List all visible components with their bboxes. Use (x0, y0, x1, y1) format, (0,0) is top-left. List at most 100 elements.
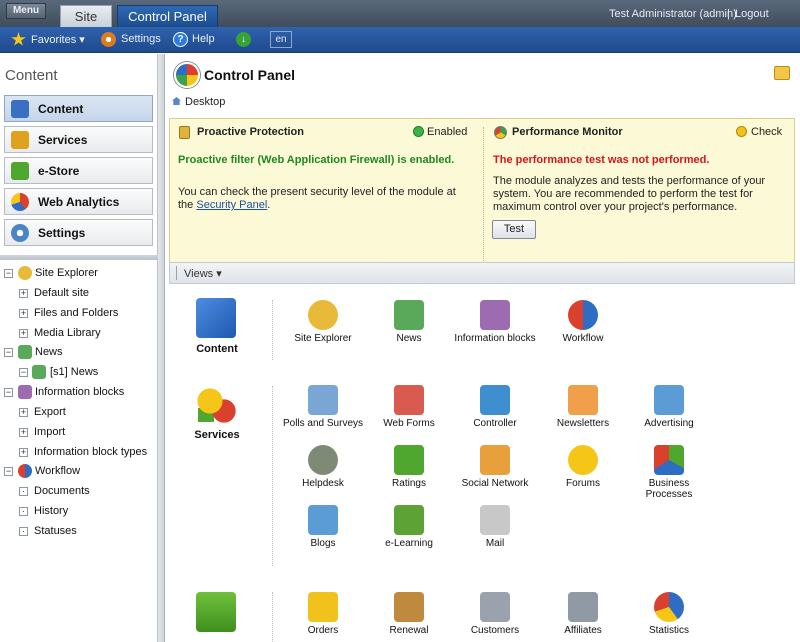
export-icon[interactable] (774, 66, 790, 80)
item-helpdesk[interactable]: Helpdesk (278, 445, 368, 489)
tree-item-site-explorer[interactable]: − Site Explorer (4, 265, 154, 283)
tree-item-history[interactable]: · History (19, 503, 154, 521)
item-blogs[interactable]: Blogs (278, 505, 368, 549)
tree-item-s1-news[interactable]: − [s1] News (19, 364, 154, 382)
nav-services[interactable]: Services (4, 126, 153, 153)
tree-item-import[interactable]: + Import (19, 424, 154, 442)
item-affiliates[interactable]: Affiliates (538, 592, 628, 636)
workflow-icon (18, 464, 32, 478)
help-link[interactable]: Help (192, 33, 215, 45)
performance-status[interactable]: Check (751, 126, 782, 139)
tree-item-default-site[interactable]: + Default site (19, 285, 154, 303)
leaf-icon: · (19, 487, 28, 496)
update-icon[interactable]: ↓ (236, 32, 251, 47)
tab-site[interactable]: Site (60, 5, 112, 27)
item-label: Web Forms (383, 418, 435, 429)
nav-label: Services (38, 133, 88, 147)
security-panel-link[interactable]: Security Panel (196, 199, 267, 211)
information-blocks-icon (480, 300, 510, 330)
item-label: Social Network (461, 478, 529, 489)
menu-button[interactable]: Menu (6, 3, 46, 19)
content-category-icon[interactable] (196, 298, 236, 338)
test-button[interactable]: Test (492, 220, 536, 239)
item-label: Blogs (310, 538, 336, 549)
collapse-icon[interactable]: − (4, 269, 13, 278)
item-controller[interactable]: Controller (450, 385, 540, 429)
category-label-content[interactable]: Content (177, 343, 257, 355)
item-label: Helpdesk (302, 478, 344, 489)
vertical-splitter[interactable] (158, 54, 165, 642)
settings-link[interactable]: Settings (121, 33, 161, 45)
tree-label: Information blocks (35, 386, 125, 398)
tree-item-information-block-types[interactable]: + Information block types (19, 444, 154, 462)
expand-icon[interactable]: + (19, 408, 28, 417)
expand-icon[interactable]: + (19, 448, 28, 457)
expand-icon[interactable]: + (19, 329, 28, 338)
item-e-learning[interactable]: e-Learning (364, 505, 454, 549)
item-business-processes[interactable]: Business Processes (624, 445, 714, 500)
tree-label: Media Library (34, 327, 101, 339)
logout-link[interactable]: Logout (735, 8, 769, 20)
gear-icon (101, 32, 116, 47)
tree-item-information-blocks[interactable]: − Information blocks (4, 384, 154, 402)
tree-label: [s1] News (50, 366, 99, 378)
newsletter-icon (568, 385, 598, 415)
nav-settings[interactable]: Settings (4, 219, 153, 246)
item-workflow[interactable]: Workflow (538, 300, 628, 344)
information-blocks-icon (18, 385, 32, 399)
category-label-services[interactable]: Services (177, 429, 257, 441)
cart-icon[interactable] (196, 592, 236, 632)
nav-web-analytics[interactable]: Web Analytics (4, 188, 153, 215)
services-category-icon[interactable] (196, 385, 236, 425)
ratings-icon (394, 445, 424, 475)
nav-label: Web Analytics (38, 195, 120, 209)
item-renewal[interactable]: Renewal (364, 592, 454, 636)
tree-item-documents[interactable]: · Documents (19, 483, 154, 501)
tree-item-news[interactable]: − News (4, 344, 154, 362)
item-orders[interactable]: Orders (278, 592, 368, 636)
nav-e-store[interactable]: e-Store (4, 157, 153, 184)
item-label: Forums (566, 478, 600, 489)
expand-icon[interactable]: + (19, 428, 28, 437)
nav-content[interactable]: Content (4, 95, 153, 122)
tree-label: Documents (34, 485, 90, 497)
expand-icon[interactable]: + (19, 289, 28, 298)
tree-label: Files and Folders (34, 307, 119, 319)
nav-label: e-Store (38, 164, 80, 178)
item-social-network[interactable]: Social Network (450, 445, 540, 489)
breadcrumb[interactable]: Desktop (185, 96, 225, 108)
collapse-icon[interactable]: − (4, 348, 13, 357)
item-mail[interactable]: Mail (450, 505, 540, 549)
panel-splitter[interactable] (0, 255, 158, 260)
views-bar: Views ▾ (169, 262, 795, 284)
gauge-icon (494, 126, 507, 139)
item-site-explorer[interactable]: Site Explorer (278, 300, 368, 344)
tree-item-statuses[interactable]: · Statuses (19, 523, 154, 541)
status-panel: Proactive Protection Enabled Proactive f… (169, 118, 795, 272)
item-advertising[interactable]: Advertising (624, 385, 714, 429)
collapse-icon[interactable]: − (19, 368, 28, 377)
item-label: Newsletters (556, 418, 610, 429)
language-switch[interactable]: en (270, 31, 292, 48)
tree-item-media-library[interactable]: + Media Library (19, 325, 154, 343)
favorites-menu[interactable]: Favorites ▾ (31, 33, 85, 46)
item-information-blocks[interactable]: Information blocks (450, 300, 540, 344)
item-ratings[interactable]: Ratings (364, 445, 454, 489)
tab-control-panel[interactable]: Control Panel (117, 5, 218, 27)
views-menu[interactable]: Views ▾ (184, 267, 222, 280)
user-name[interactable]: Test Administrator (admin) (609, 8, 737, 20)
item-forums[interactable]: Forums (538, 445, 628, 489)
item-polls-and-surveys[interactable]: Polls and Surveys (278, 385, 368, 429)
expand-icon[interactable]: + (19, 309, 28, 318)
item-news[interactable]: News (364, 300, 454, 344)
tree-item-export[interactable]: + Export (19, 404, 154, 422)
tree-item-workflow[interactable]: − Workflow (4, 463, 154, 481)
item-statistics[interactable]: Statistics (624, 592, 714, 636)
item-newsletters[interactable]: Newsletters (538, 385, 628, 429)
item-customers[interactable]: Customers (450, 592, 540, 636)
collapse-icon[interactable]: − (4, 467, 13, 476)
tree-item-files-and-folders[interactable]: + Files and Folders (19, 305, 154, 323)
collapse-icon[interactable]: − (4, 388, 13, 397)
item-web-forms[interactable]: Web Forms (364, 385, 454, 429)
leaf-icon: · (19, 527, 28, 536)
